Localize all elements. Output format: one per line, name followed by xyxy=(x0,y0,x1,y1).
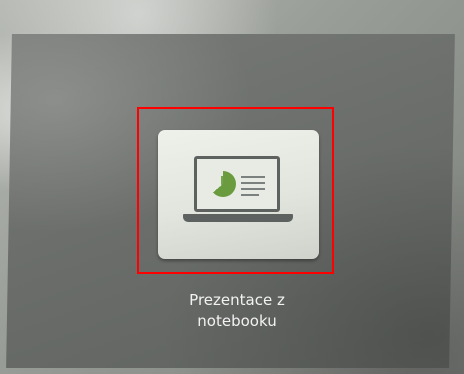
text-line-icon xyxy=(241,188,265,190)
tile-label[interactable]: Prezentace z notebooku xyxy=(140,290,334,332)
text-line-icon xyxy=(241,182,265,184)
text-line-icon xyxy=(241,194,259,196)
pie-slice-icon xyxy=(221,176,235,190)
notebook-presentation-button[interactable] xyxy=(158,130,319,259)
laptop-presentation-icon xyxy=(194,156,280,212)
text-line-icon xyxy=(241,176,265,178)
tile-label-line-1: Prezentace z xyxy=(189,291,285,309)
tile-label-line-2: notebooku xyxy=(197,312,277,330)
laptop-base-icon xyxy=(183,214,293,222)
